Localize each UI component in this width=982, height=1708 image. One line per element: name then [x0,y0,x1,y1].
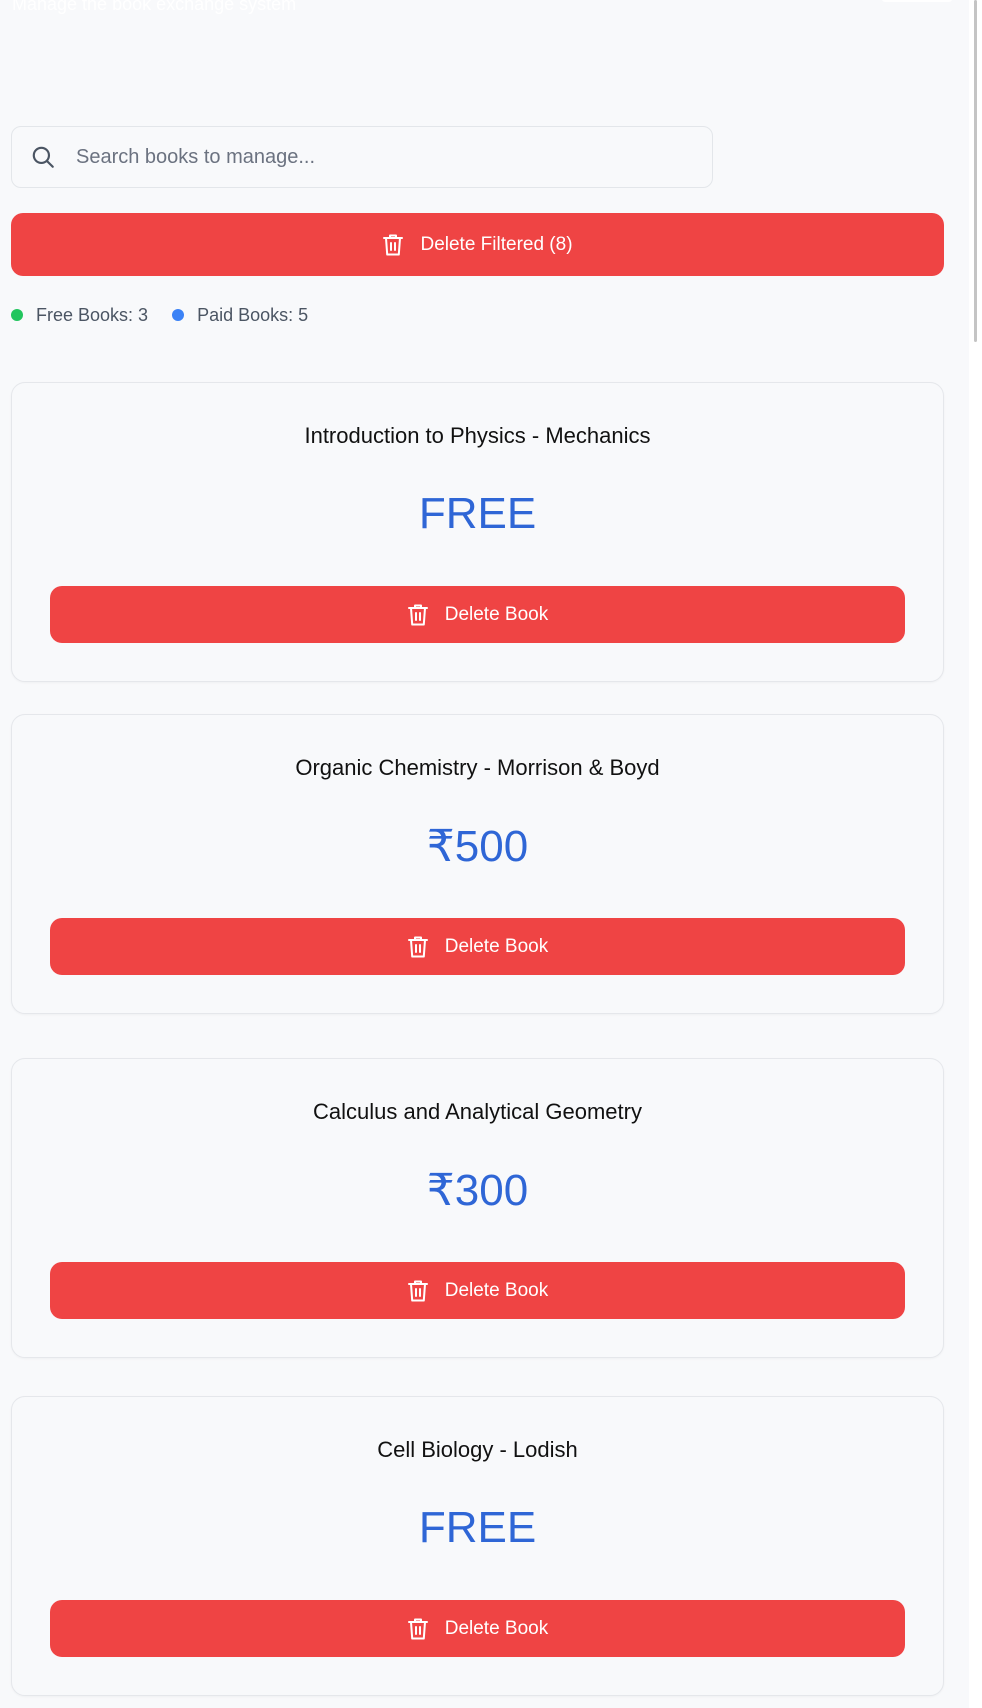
book-card: Cell Biology - Lodish FREE Delete Book [11,1396,944,1696]
book-price: FREE [418,489,537,538]
search-bar[interactable] [11,126,713,188]
scrollbar-thumb[interactable] [974,0,977,342]
delete-book-button[interactable]: Delete Book [50,1600,905,1657]
page-subtitle: Manage the book exchange system [12,0,297,14]
book-card: Organic Chemistry - Morrison & Boyd ₹500… [11,714,944,1014]
free-books-label: Free Books: 3 [36,304,149,325]
delete-book-button[interactable]: Delete Book [50,586,905,643]
book-price: ₹300 [426,1166,529,1215]
book-title: Organic Chemistry - Morrison & Boyd [295,755,660,780]
book-card: Introduction to Physics - Mechanics FREE… [11,382,944,682]
book-title: Introduction to Physics - Mechanics [304,423,651,448]
header-action-faint [882,0,952,2]
free-books-stat: Free Books: 3 [11,305,148,326]
search-icon [32,146,54,168]
green-dot-icon [11,309,23,321]
delete-book-label: Delete Book [444,1617,549,1639]
delete-filtered-label: Delete Filtered (8) [420,233,573,255]
admin-book-manager: Manage the book exchange system Delete F… [0,0,982,1708]
book-price: FREE [418,1503,537,1552]
delete-book-button[interactable]: Delete Book [50,918,905,975]
paid-books-stat: Paid Books: 5 [172,305,308,326]
book-title: Cell Biology - Lodish [377,1437,578,1462]
book-title: Calculus and Analytical Geometry [313,1099,642,1124]
paid-books-label: Paid Books: 5 [197,304,309,325]
trash-icon [407,1618,428,1639]
delete-filtered-button[interactable]: Delete Filtered (8) [11,213,944,276]
book-card: Calculus and Analytical Geometry ₹300 De… [11,1058,944,1358]
book-stats: Free Books: 3 Paid Books: 5 [11,302,332,328]
trash-icon [383,234,404,255]
blue-dot-icon [172,309,185,321]
delete-book-label: Delete Book [444,935,549,957]
delete-book-button[interactable]: Delete Book [50,1262,905,1319]
search-input[interactable] [76,145,676,169]
scrollbar[interactable] [969,0,982,1708]
trash-icon [407,604,428,625]
delete-book-label: Delete Book [444,603,549,625]
trash-icon [407,1280,428,1301]
delete-book-label: Delete Book [444,1279,549,1301]
trash-icon [407,936,428,957]
book-price: ₹500 [426,822,529,871]
